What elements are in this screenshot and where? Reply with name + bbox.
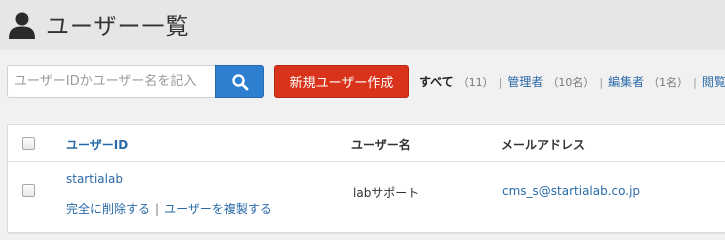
user-table: ユーザーID ユーザー名 メールアドレス startialab labサポート … (7, 124, 725, 234)
filter-editor[interactable]: 編集者 (608, 75, 644, 89)
duplicate-user-link[interactable]: ユーザーを複製する (164, 202, 272, 216)
filter-separator: | (498, 76, 503, 89)
search-icon (231, 73, 248, 90)
page-title: ユーザー一覧 (46, 14, 190, 40)
create-user-button[interactable]: 新規ユーザー作成 (274, 65, 409, 98)
filter-editor-count: （1名） (648, 76, 689, 89)
filter-separator: | (599, 76, 604, 89)
row-checkbox[interactable] (22, 184, 35, 197)
role-filters: すべて（11）|管理者（10名）|編集者（1名）|閲覧者（0 (419, 73, 725, 90)
table-header: ユーザーID ユーザー名 メールアドレス (8, 125, 725, 162)
search-input[interactable] (7, 65, 217, 98)
toolbar: 新規ユーザー作成 すべて（11）|管理者（10名）|編集者（1名）|閲覧者（0 (0, 50, 725, 108)
search-button[interactable] (215, 65, 264, 98)
column-header-user-name: ユーザー名 (351, 138, 411, 152)
filter-separator: | (693, 76, 697, 89)
select-all-checkbox[interactable] (22, 137, 35, 150)
filter-admin-count: （10名） (547, 76, 595, 89)
column-header-email: メールアドレス (501, 138, 586, 152)
filter-all[interactable]: すべて (419, 75, 454, 89)
user-name-cell: labサポート (353, 186, 420, 200)
table-row: startialab labサポート cms_s@startialab.co.j… (8, 162, 725, 234)
user-id-link[interactable]: startialab (66, 172, 123, 186)
row-actions: 完全に削除する | ユーザーを複製する (66, 200, 272, 217)
delete-user-link[interactable]: 完全に削除する (66, 202, 150, 216)
column-header-user-id[interactable]: ユーザーID (66, 136, 128, 153)
filter-admin[interactable]: 管理者 (507, 75, 543, 89)
user-icon (9, 12, 35, 39)
page-header: ユーザー一覧 (0, 0, 725, 50)
action-separator: | (155, 202, 160, 216)
filter-viewer[interactable]: 閲覧者 (702, 75, 725, 89)
filter-all-count: （11） (457, 76, 494, 89)
email-link[interactable]: cms_s@startialab.co.jp (502, 184, 640, 198)
